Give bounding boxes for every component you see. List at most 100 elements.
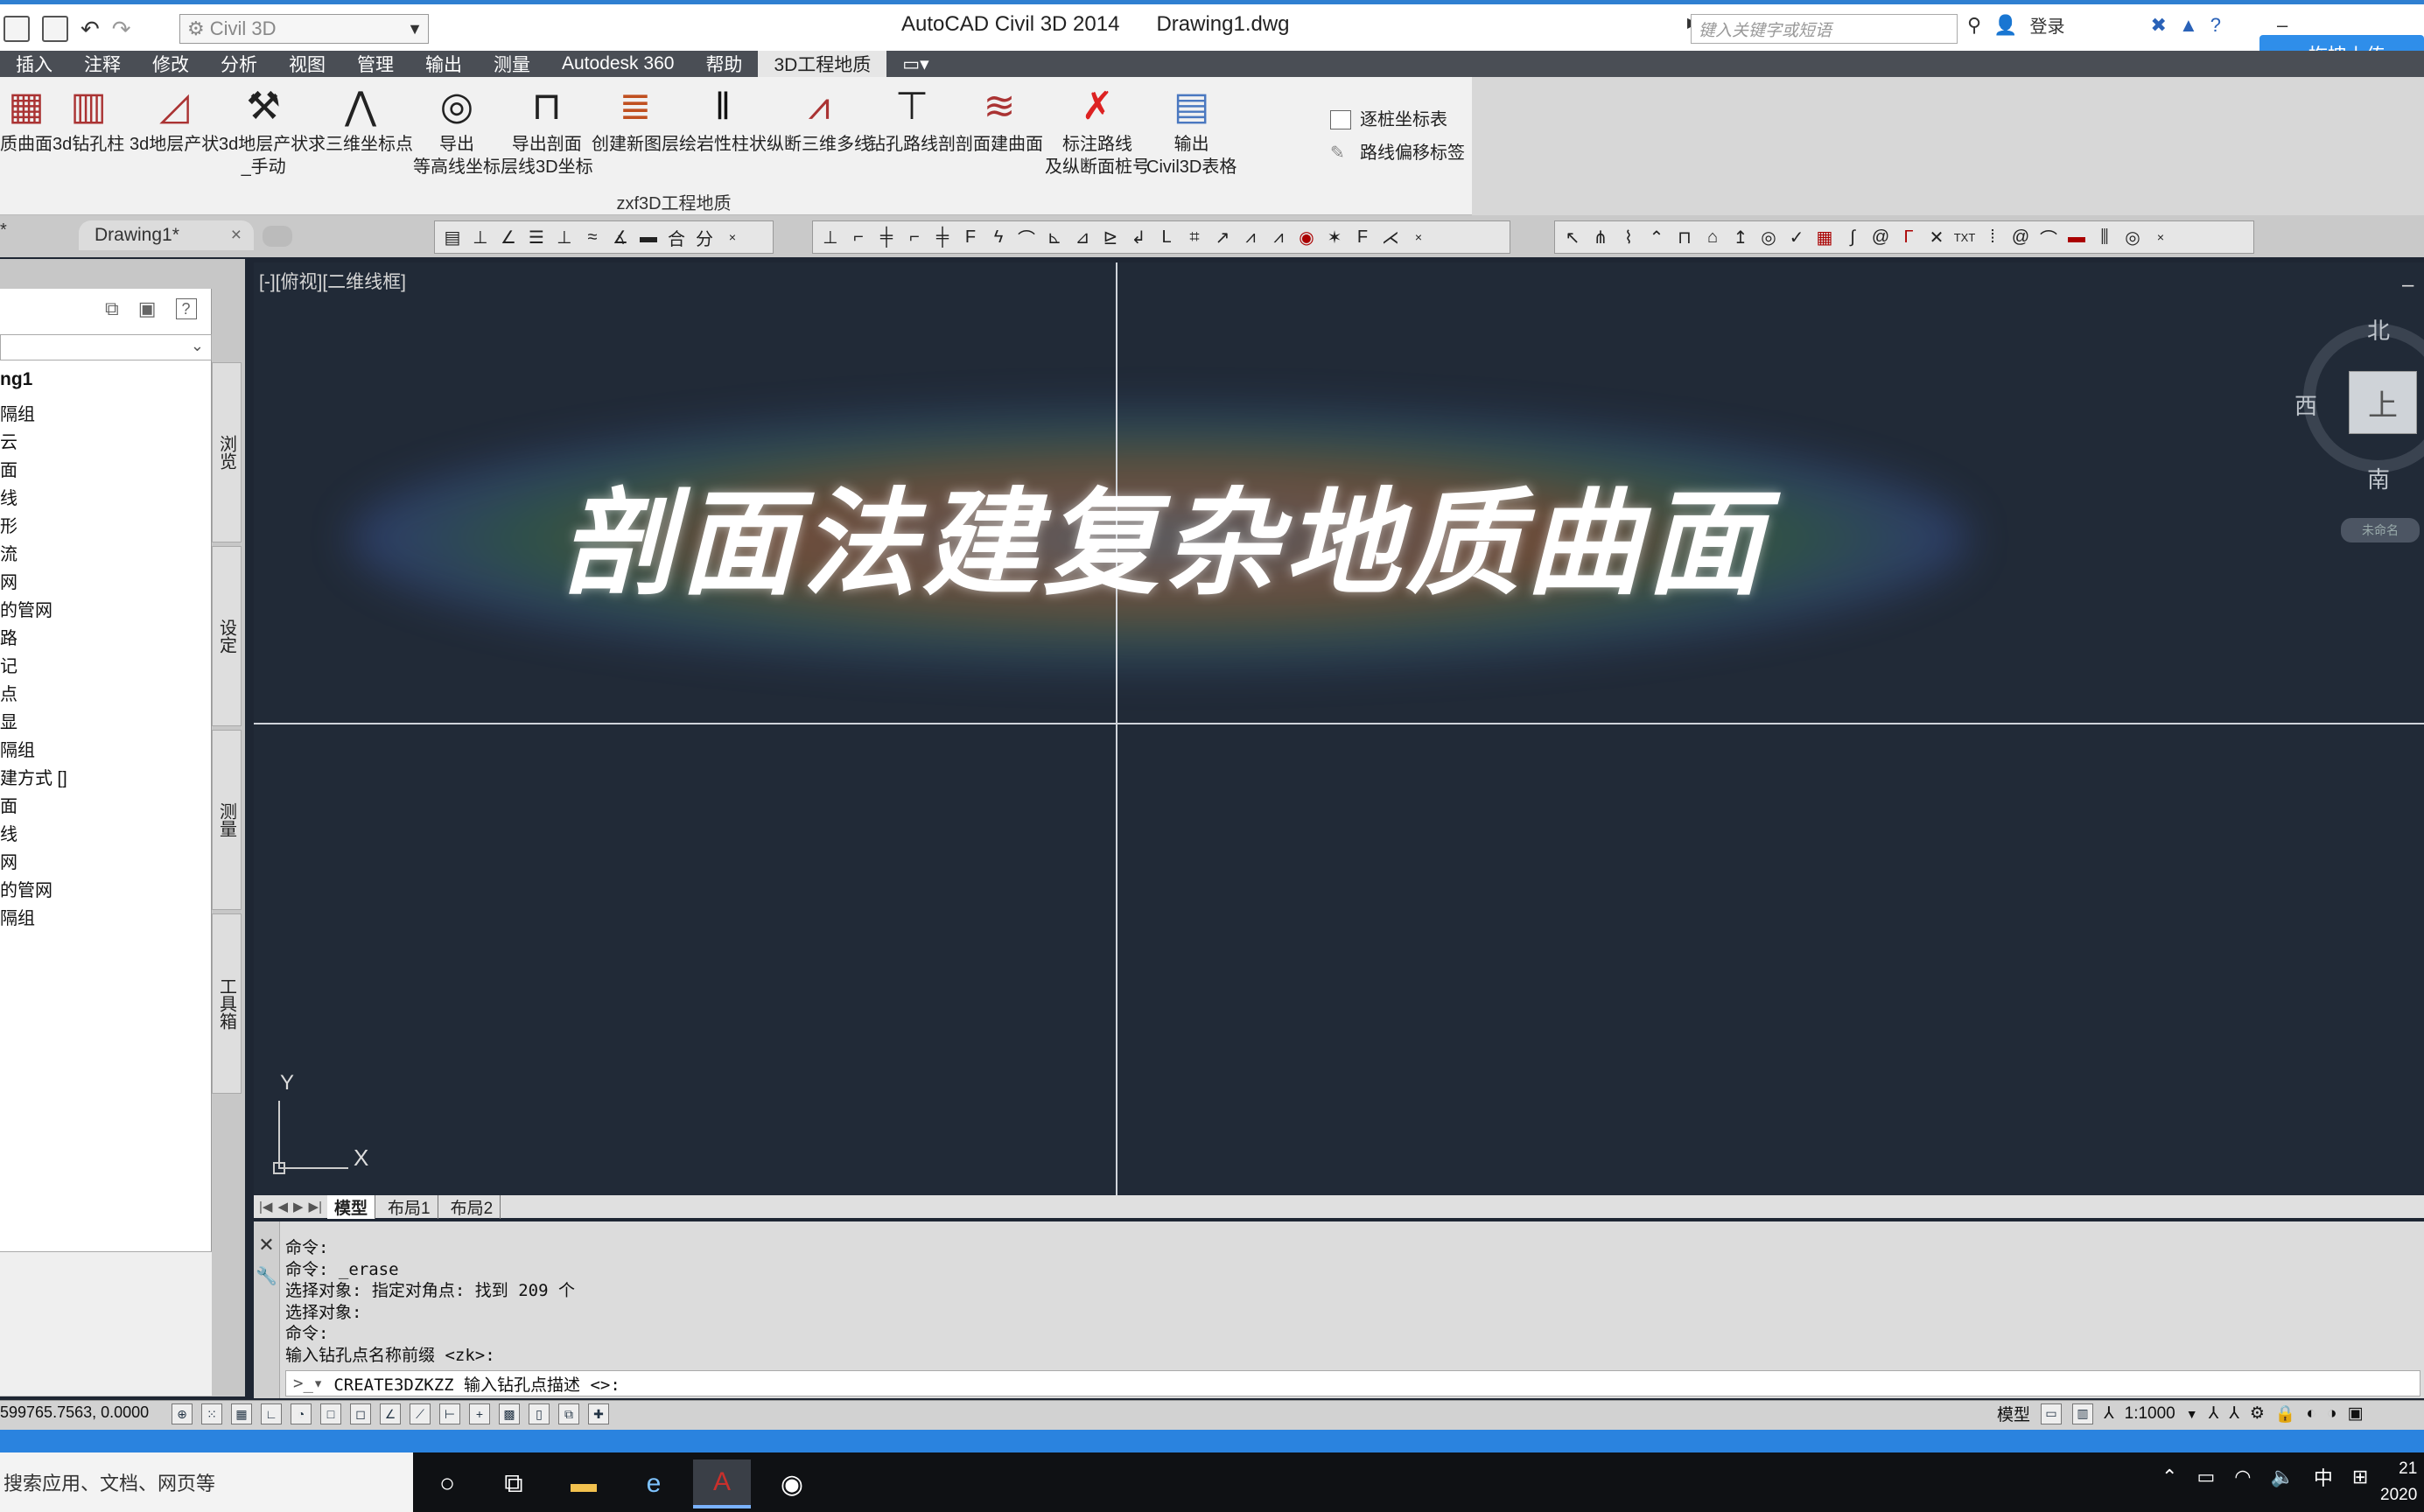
- undo-icon[interactable]: ↶: [81, 16, 100, 43]
- tray-expand-icon[interactable]: ⌃: [2161, 1466, 2177, 1488]
- polar-tracking-icon[interactable]: ◔: [291, 1404, 312, 1424]
- ribbon-toggle-icon[interactable]: ▭▾: [886, 51, 944, 77]
- new-tab-button[interactable]: [263, 226, 292, 247]
- drawing-canvas[interactable]: [254, 262, 2424, 1195]
- tool-dots-icon[interactable]: ⁞: [1982, 227, 2003, 248]
- tab-prospector[interactable]: 浏览: [212, 362, 242, 542]
- menu-item[interactable]: 3D工程地质: [758, 51, 887, 77]
- tool-profile-19-icon[interactable]: ✶: [1324, 227, 1345, 248]
- menu-item[interactable]: 测量: [478, 51, 546, 77]
- viewcube-south-label[interactable]: 南: [2367, 462, 2390, 494]
- tree-item[interactable]: 云: [0, 429, 67, 457]
- menu-item[interactable]: 插入: [0, 51, 68, 77]
- menu-item[interactable]: 分析: [205, 51, 273, 77]
- ribbon-tool-layer[interactable]: ≣ 创建新图层: [592, 84, 679, 156]
- tool-profile-10-icon[interactable]: ⊿: [1072, 227, 1093, 248]
- ribbon-tool-profile-polyline[interactable]: ⩘ 纵断三维多线: [767, 84, 872, 156]
- tool-branch-icon[interactable]: ⋔: [1590, 227, 1611, 248]
- autodesk-icon[interactable]: ▲: [2179, 14, 2198, 37]
- annotation-visibility-icon[interactable]: ⅄: [2209, 1404, 2219, 1424]
- file-explorer-icon[interactable]: ▬: [555, 1460, 613, 1508]
- tree-root[interactable]: ng1: [0, 366, 67, 394]
- tool-wave-icon[interactable]: ≈: [582, 227, 603, 248]
- binoculars-icon[interactable]: ⚲: [1967, 14, 1981, 37]
- prev-tab-icon[interactable]: ◀: [277, 1199, 288, 1214]
- toolbar-close-icon[interactable]: ×: [2150, 227, 2171, 248]
- tree-item[interactable]: 隔组: [0, 401, 67, 429]
- tool-profile-9-icon[interactable]: ⊾: [1044, 227, 1065, 248]
- chevron-down-icon[interactable]: ▼: [2186, 1407, 2198, 1421]
- browser-icon[interactable]: e: [625, 1460, 683, 1508]
- menu-item[interactable]: Autodesk 360: [546, 51, 690, 77]
- tree-item[interactable]: 的管网: [0, 877, 67, 905]
- tool-profile-11-icon[interactable]: ⊵: [1100, 227, 1121, 248]
- volume-icon[interactable]: 🔈: [2270, 1466, 2294, 1488]
- tree-item[interactable]: 记: [0, 653, 67, 681]
- tab-layout2[interactable]: 布局2: [444, 1194, 501, 1219]
- viewport-minimize-icon[interactable]: –: [2402, 273, 2413, 298]
- tree-item[interactable]: 面: [0, 793, 67, 821]
- tree-item[interactable]: 线: [0, 821, 67, 849]
- 3d-osnap-icon[interactable]: ◻: [350, 1404, 371, 1424]
- menu-item[interactable]: 注释: [68, 51, 137, 77]
- menu-item[interactable]: 修改: [137, 51, 205, 77]
- tree-item[interactable]: 面: [0, 457, 67, 485]
- tool-delete-icon[interactable]: ✕: [1926, 227, 1947, 248]
- isolate-icon[interactable]: ◑: [2327, 1404, 2336, 1424]
- ime-indicator[interactable]: 中: [2314, 1463, 2333, 1491]
- battery-icon[interactable]: ▭: [2196, 1466, 2215, 1488]
- tool-profile-21-icon[interactable]: ⋌: [1380, 227, 1401, 248]
- tool-spiral2-icon[interactable]: @: [2010, 227, 2031, 248]
- tool-target-icon[interactable]: ◎: [2122, 227, 2143, 248]
- tree-item[interactable]: 网: [0, 849, 67, 877]
- menu-item[interactable]: 输出: [410, 51, 478, 77]
- tool-dash-icon[interactable]: ▬: [2066, 227, 2087, 248]
- lineweight-icon[interactable]: +: [469, 1404, 490, 1424]
- document-tab[interactable]: Drawing1* ×: [79, 220, 254, 250]
- tool-step-icon[interactable]: ⌂: [1702, 227, 1723, 248]
- tab-survey[interactable]: 测量: [212, 730, 242, 910]
- clean-screen-icon[interactable]: ▣: [2348, 1404, 2364, 1424]
- ucs-menu-button[interactable]: 未命名: [2341, 518, 2420, 542]
- ribbon-tool-strata-manual[interactable]: ⚒ 3d地层产状 _手动: [219, 84, 308, 178]
- ortho-mode-icon[interactable]: ∟: [261, 1404, 282, 1424]
- selection-cycling-icon[interactable]: ⧉: [558, 1404, 579, 1424]
- workspace-select[interactable]: ⚙ Civil 3D ▼: [179, 14, 429, 44]
- tool-base-icon[interactable]: ⊥: [554, 227, 575, 248]
- minimize-icon[interactable]: –: [2277, 14, 2287, 37]
- exchange-icon[interactable]: ✖: [2151, 14, 2167, 37]
- last-tab-icon[interactable]: ▶|: [309, 1199, 322, 1214]
- ribbon-tool-contour[interactable]: ◎ 导出 等高线坐标: [413, 84, 501, 178]
- stake-coordinate-table-button[interactable]: 逐桩坐标表: [1330, 103, 1465, 136]
- quick-properties-icon[interactable]: ▯: [529, 1404, 550, 1424]
- input-method-icon[interactable]: ⊞: [2352, 1466, 2368, 1488]
- command-input[interactable]: >_▾ CREATE3DZKZZ 输入钻孔点描述 <>:: [285, 1370, 2420, 1396]
- ribbon-tool-table-export[interactable]: ▤ 输出 Civil3D表格: [1146, 84, 1237, 178]
- quick-view-icon[interactable]: ▥: [2072, 1403, 2094, 1424]
- tool-profile-17-icon[interactable]: ⩘: [1268, 227, 1289, 248]
- help-icon[interactable]: ?: [2210, 14, 2221, 37]
- tab-layout1[interactable]: 布局1: [381, 1194, 438, 1219]
- tool-split-icon[interactable]: ⊥: [470, 227, 491, 248]
- tool-merge-icon[interactable]: 合: [666, 227, 687, 249]
- ribbon-tool-borehole[interactable]: ▥ 3d钻孔柱: [53, 84, 124, 156]
- tool-profile-14-icon[interactable]: ⌗: [1184, 227, 1205, 248]
- previous-tab-star[interactable]: *: [0, 220, 7, 241]
- object-snap-tracking-icon[interactable]: ∠: [380, 1404, 401, 1424]
- command-window-handle[interactable]: ✕ 🔧: [254, 1222, 280, 1398]
- autocad-taskbar-icon[interactable]: A: [693, 1460, 751, 1508]
- tool-profile-4-icon[interactable]: ⌐: [904, 227, 925, 248]
- ribbon-tool-drill-route[interactable]: ⊤ 钻孔路线剖: [868, 84, 956, 156]
- grid-display-icon[interactable]: ▦: [231, 1404, 252, 1424]
- model-space-button[interactable]: 模型: [1997, 1402, 2030, 1425]
- ribbon-tool-coordinate[interactable]: ⋀ 求三维坐标点: [308, 84, 413, 156]
- wifi-icon[interactable]: ◠: [2234, 1466, 2251, 1488]
- transparency-icon[interactable]: ▩: [499, 1404, 520, 1424]
- tree-item[interactable]: 显: [0, 709, 67, 737]
- viewport-controls-label[interactable]: [-][俯视][二维线框]: [259, 268, 406, 294]
- tree-item[interactable]: 的管网: [0, 597, 67, 625]
- save-icon[interactable]: [4, 16, 30, 42]
- menu-item[interactable]: 视图: [273, 51, 341, 77]
- next-tab-icon[interactable]: ▶: [293, 1199, 304, 1214]
- tool-polyline-icon[interactable]: ⌇: [1618, 227, 1639, 248]
